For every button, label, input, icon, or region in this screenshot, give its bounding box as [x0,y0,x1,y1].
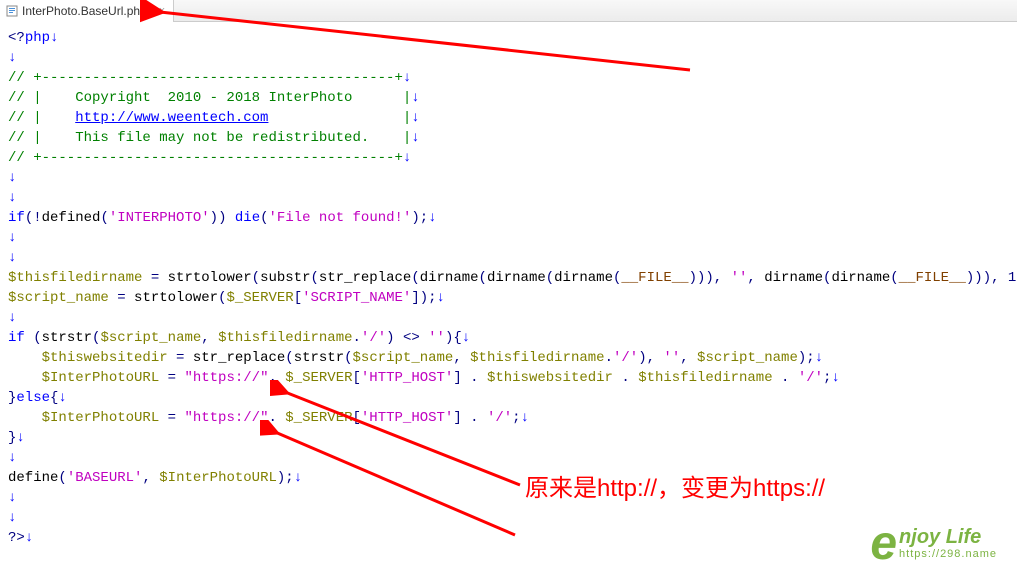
eol-marker: ↓ [411,90,419,106]
eol-marker: ↓ [16,430,24,446]
code-line: // +------------------------------------… [8,68,1009,88]
code-line: <?php↓ [8,28,1009,48]
eol-marker: ↓ [294,470,302,486]
eol-marker: ↓ [403,150,411,166]
code-line: ?>↓ [8,528,1009,548]
eol-marker: ↓ [8,50,16,66]
eol-marker: ↓ [403,70,411,86]
eol-marker: ↓ [50,30,58,46]
code-line: ↓ [8,508,1009,528]
eol-marker: ↓ [462,330,470,346]
code-line: // | This file may not be redistributed.… [8,128,1009,148]
code-line: }else{↓ [8,388,1009,408]
tab-bar: InterPhoto.BaseUrl.php × [0,0,1017,22]
code-line: ↓ [8,168,1009,188]
eol-marker: ↓ [428,210,436,226]
code-line: $script_name = strtolower($_SERVER['SCRI… [8,288,1009,308]
eol-marker: ↓ [8,230,16,246]
annotation-text: 原来是http://，变更为https:// [525,468,825,503]
eol-marker: ↓ [8,250,16,266]
eol-marker: ↓ [58,390,66,406]
code-line: // +------------------------------------… [8,148,1009,168]
code-line: $InterPhotoURL = "https://". $_SERVER['H… [8,408,1009,428]
file-tab[interactable]: InterPhoto.BaseUrl.php × [0,0,174,22]
file-icon [6,5,18,17]
code-line: }↓ [8,428,1009,448]
tab-filename: InterPhoto.BaseUrl.php [22,4,147,18]
code-line: if (strstr($script_name, $thisfiledirnam… [8,328,1009,348]
logo-main: njoy Life [899,526,997,548]
code-line: $thiswebsitedir = str_replace(strstr($sc… [8,348,1009,368]
code-line: ↓ [8,308,1009,328]
eol-marker: ↓ [411,130,419,146]
code-line: ↓ [8,228,1009,248]
eol-marker: ↓ [8,190,16,206]
code-line: // | http://www.weentech.com |↓ [8,108,1009,128]
code-line: // | Copyright 2010 - 2018 InterPhoto |↓ [8,88,1009,108]
watermark-logo: e njoy Life https://298.name [870,516,997,571]
code-line: ↓ [8,48,1009,68]
close-icon[interactable]: × [159,5,165,17]
logo-url: https://298.name [899,548,997,560]
code-line: if(!defined('INTERPHOTO')) die('File not… [8,208,1009,228]
eol-marker: ↓ [437,290,445,306]
code-line: $thisfiledirname = strtolower(substr(str… [8,268,1009,288]
code-line: ↓ [8,188,1009,208]
eol-marker: ↓ [815,350,823,366]
code-line: define('BASEURL', $InterPhotoURL);↓ [8,468,1009,488]
code-line: ↓ [8,248,1009,268]
eol-marker: ↓ [411,110,419,126]
code-line: ↓ [8,448,1009,468]
eol-marker: ↓ [8,310,16,326]
eol-marker: ↓ [25,530,33,546]
eol-marker: ↓ [8,450,16,466]
eol-marker: ↓ [521,410,529,426]
eol-marker: ↓ [831,370,839,386]
eol-marker: ↓ [8,170,16,186]
eol-marker: ↓ [8,490,16,506]
code-line: $InterPhotoURL = "https://". $_SERVER['H… [8,368,1009,388]
code-editor[interactable]: <?php↓↓// +-----------------------------… [0,22,1017,554]
eol-marker: ↓ [8,510,16,526]
code-line: ↓ [8,488,1009,508]
logo-prefix: e [870,516,897,571]
